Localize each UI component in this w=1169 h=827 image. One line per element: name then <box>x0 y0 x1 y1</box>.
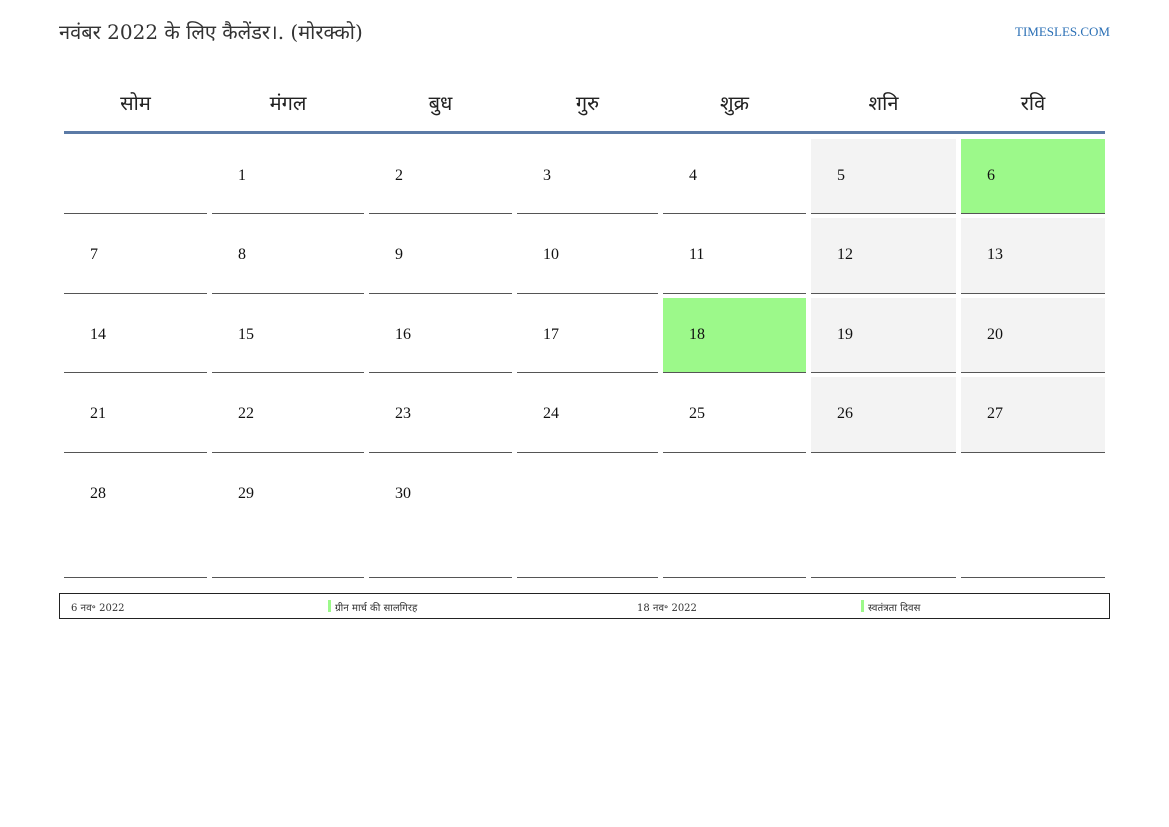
legend-swatch-2 <box>861 600 864 612</box>
day-cell-1: 1 <box>212 139 364 214</box>
day-number: 30 <box>395 485 411 502</box>
day-cell-11: 11 <box>663 218 806 294</box>
day-cell-27: 27 <box>961 377 1105 453</box>
legend-date-2: 18 नव॰ 2022 <box>637 603 697 614</box>
day-cell-30: 30 <box>369 457 512 578</box>
day-number: 26 <box>837 405 853 422</box>
day-number: 5 <box>837 167 845 184</box>
day-number: 18 <box>689 326 705 343</box>
day-number: 17 <box>543 326 559 343</box>
day-number: 4 <box>689 167 697 184</box>
day-number: 21 <box>90 405 106 422</box>
day-cell-2: 2 <box>369 139 512 214</box>
day-number: 13 <box>987 246 1003 263</box>
day-number: 9 <box>395 246 403 263</box>
legend-holiday-2: स्वतंत्रता दिवस <box>861 600 920 614</box>
day-cell-14: 14 <box>64 298 207 373</box>
day-number: 24 <box>543 405 559 422</box>
day-number: 14 <box>90 326 106 343</box>
weekday-header-row: सोम मंगल बुध गुरु शुक्र शनि रवि <box>64 72 1105 132</box>
day-cell-6: 6 <box>961 139 1105 214</box>
day-number: 19 <box>837 326 853 343</box>
day-number: 29 <box>238 485 254 502</box>
day-cell-15: 15 <box>212 298 364 373</box>
weekday-friday: शुक्र <box>720 90 749 115</box>
day-number: 6 <box>987 167 995 184</box>
holiday-legend: 6 नव॰ 2022 ग्रीन मार्च की सालगिरह 18 नव॰… <box>59 593 1110 619</box>
day-cell-18: 18 <box>663 298 806 373</box>
empty-cell-mon-1 <box>64 139 207 214</box>
legend-date-1: 6 नव॰ 2022 <box>71 603 125 614</box>
day-cell-9: 9 <box>369 218 512 294</box>
day-cell-5: 5 <box>811 139 956 214</box>
day-number: 22 <box>238 405 254 422</box>
empty-cell-sun-5 <box>961 457 1105 578</box>
day-number: 2 <box>395 167 403 184</box>
site-link[interactable]: TIMESLES.COM <box>1015 24 1110 40</box>
legend-holiday-name-1: ग्रीन मार्च की सालगिरह <box>335 603 418 614</box>
day-number: 28 <box>90 485 106 502</box>
day-number: 7 <box>90 246 98 263</box>
day-cell-17: 17 <box>517 298 658 373</box>
weekday-monday: सोम <box>120 90 151 115</box>
empty-cell-sat-5 <box>811 457 956 578</box>
legend-holiday-name-2: स्वतंत्रता दिवस <box>868 603 921 614</box>
day-cell-23: 23 <box>369 377 512 453</box>
weekday-wednesday: बुध <box>428 90 453 115</box>
day-number: 25 <box>689 405 705 422</box>
day-cell-3: 3 <box>517 139 658 214</box>
day-cell-8: 8 <box>212 218 364 294</box>
day-cell-16: 16 <box>369 298 512 373</box>
day-cell-19: 19 <box>811 298 956 373</box>
legend-swatch-1 <box>328 600 331 612</box>
weekday-tuesday: मंगल <box>269 90 307 115</box>
day-number: 3 <box>543 167 551 184</box>
page-title: नवंबर 2022 के लिए कैलेंडर।. (मोरक्को) <box>59 20 363 44</box>
day-cell-4: 4 <box>663 139 806 214</box>
day-number: 20 <box>987 326 1003 343</box>
header-divider <box>64 131 1105 134</box>
day-cell-25: 25 <box>663 377 806 453</box>
day-cell-13: 13 <box>961 218 1105 294</box>
day-number: 1 <box>238 167 246 184</box>
day-cell-12: 12 <box>811 218 956 294</box>
empty-cell-thu-5 <box>517 457 658 578</box>
weekday-sunday: रवि <box>1020 90 1046 115</box>
day-number: 15 <box>238 326 254 343</box>
day-cell-10: 10 <box>517 218 658 294</box>
day-number: 12 <box>837 246 853 263</box>
empty-cell-fri-5 <box>663 457 806 578</box>
weekday-thursday: गुरु <box>575 90 600 115</box>
day-cell-24: 24 <box>517 377 658 453</box>
day-number: 16 <box>395 326 411 343</box>
day-number: 27 <box>987 405 1003 422</box>
day-cell-29: 29 <box>212 457 364 578</box>
day-number: 11 <box>689 246 705 263</box>
legend-holiday-1: ग्रीन मार्च की सालगिरह <box>328 600 417 614</box>
day-cell-28: 28 <box>64 457 207 578</box>
day-cell-22: 22 <box>212 377 364 453</box>
day-cell-7: 7 <box>64 218 207 294</box>
weekday-saturday: शनि <box>868 90 899 115</box>
day-cell-21: 21 <box>64 377 207 453</box>
day-cell-20: 20 <box>961 298 1105 373</box>
day-number: 8 <box>238 246 246 263</box>
day-number: 10 <box>543 246 559 263</box>
day-number: 23 <box>395 405 411 422</box>
day-cell-26: 26 <box>811 377 956 453</box>
calendar-page: नवंबर 2022 के लिए कैलेंडर।. (मोरक्को) TI… <box>0 0 1169 827</box>
